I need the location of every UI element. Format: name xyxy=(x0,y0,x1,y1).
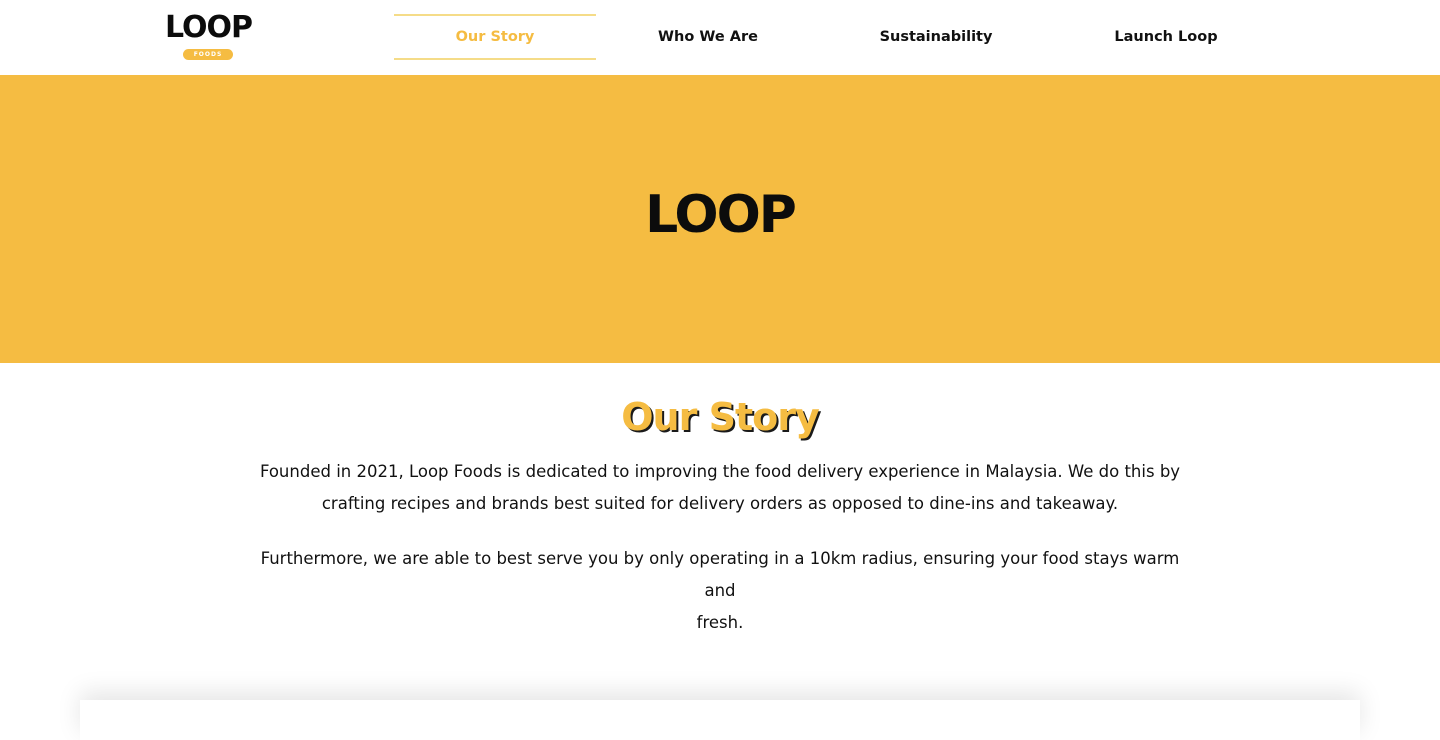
story-paragraph-1: Founded in 2021, Loop Foods is dedicated… xyxy=(250,456,1190,520)
next-section-edge xyxy=(80,700,1360,740)
hero-loop-logo: LOOP xyxy=(645,185,797,245)
story-paragraph-2-line-2: fresh. xyxy=(696,613,744,632)
site-header: LOOP FOODS Our Story Who We Are Sustaina… xyxy=(0,0,1440,75)
nav-our-story[interactable]: Our Story xyxy=(394,14,596,60)
story-paragraph-1-line-2: crafting recipes and brands best suited … xyxy=(321,494,1119,513)
logo-wordmark: LOOP xyxy=(165,10,253,45)
nav-launch-loop[interactable]: Launch Loop xyxy=(1066,15,1266,59)
story-paragraph-2: Furthermore, we are able to best serve y… xyxy=(250,543,1190,639)
hero-banner: LOOP xyxy=(0,75,1440,363)
story-paragraph-1-line-1: Founded in 2021, Loop Foods is dedicated… xyxy=(259,462,1181,481)
nav-who-we-are[interactable]: Who We Are xyxy=(608,15,808,59)
nav-sustainability[interactable]: Sustainability xyxy=(836,15,1036,59)
loop-foods-logo[interactable]: LOOP FOODS xyxy=(165,12,257,62)
section-title: Our Story xyxy=(621,395,819,439)
logo-badge: FOODS xyxy=(183,49,233,60)
story-paragraph-2-line-1: Furthermore, we are able to best serve y… xyxy=(260,549,1180,600)
